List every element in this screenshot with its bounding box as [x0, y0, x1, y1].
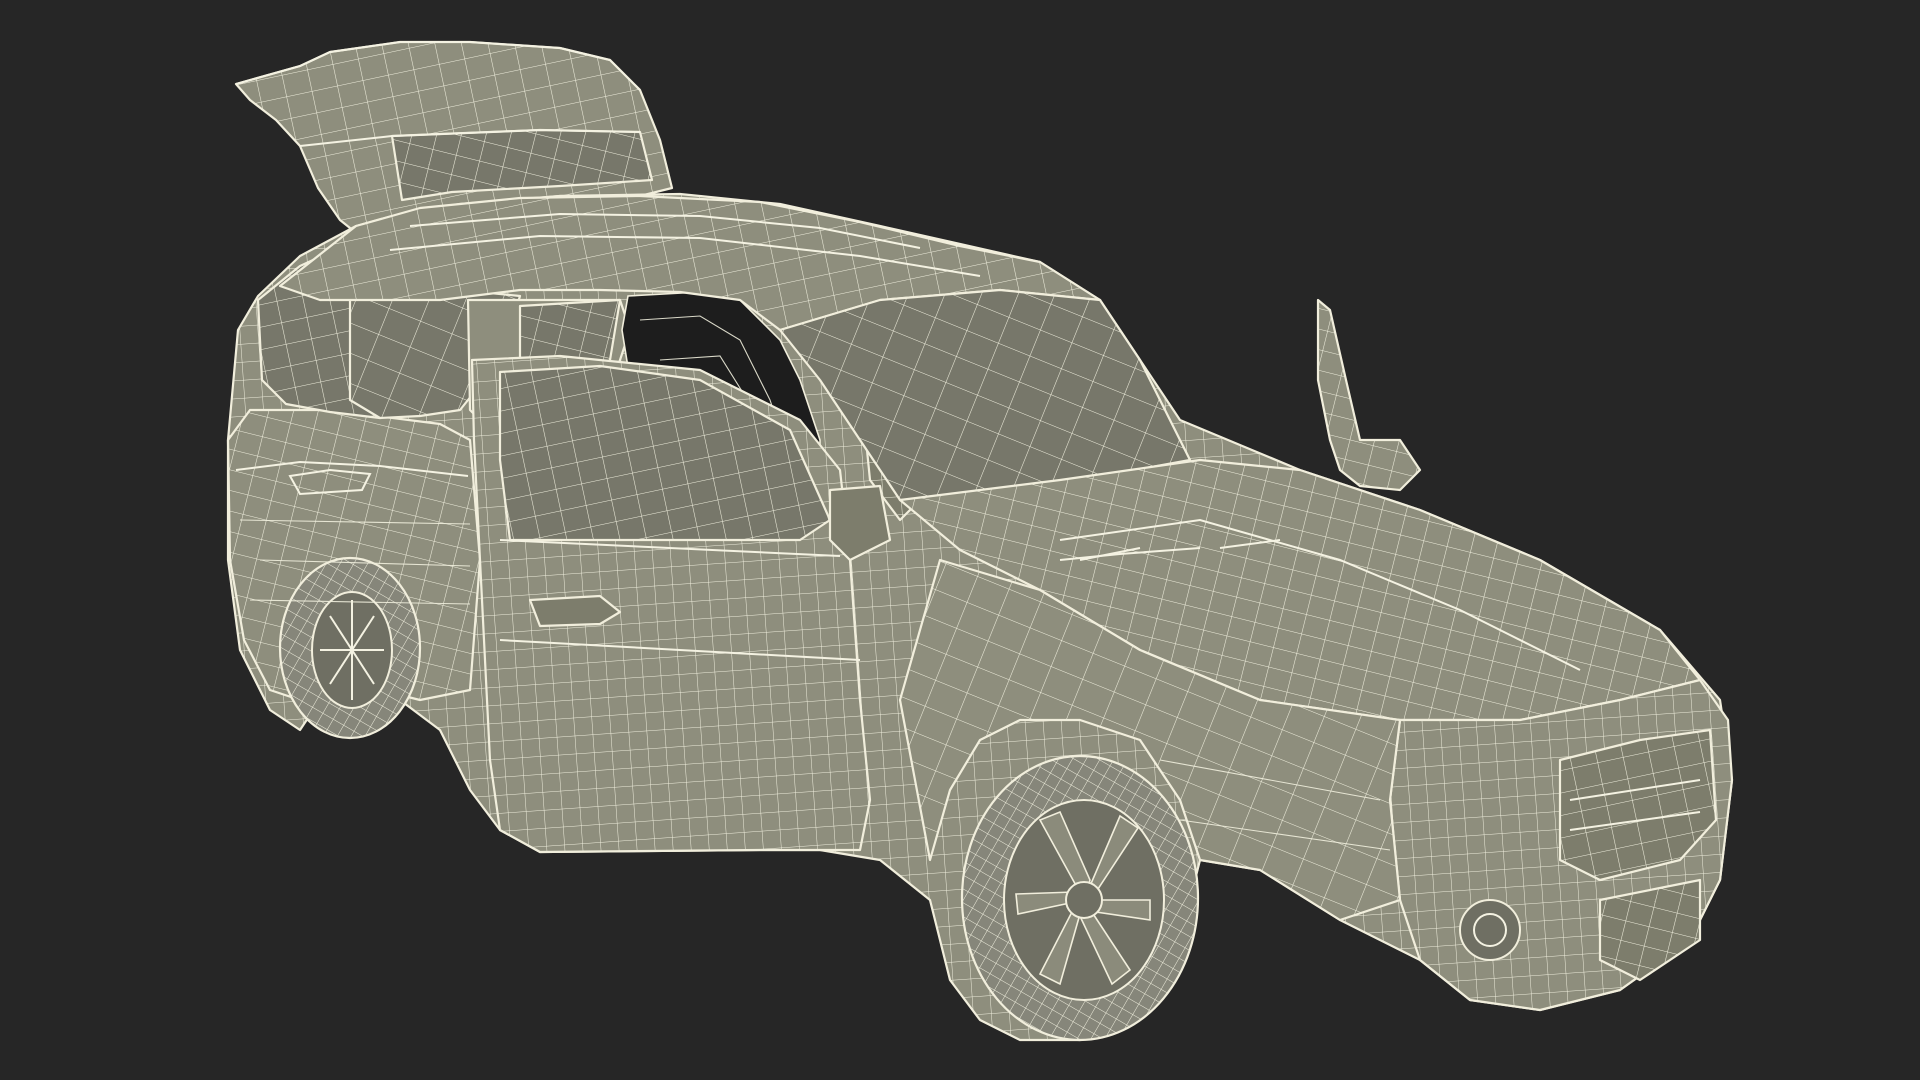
front-wheel — [960, 754, 1200, 1042]
side-mirror-right — [1316, 298, 1422, 492]
front-fascia — [1388, 678, 1734, 1012]
3d-viewport[interactable] — [0, 0, 1920, 1080]
fog-light — [1459, 899, 1521, 961]
hub-cap — [1065, 881, 1103, 919]
rear-wheel — [278, 556, 422, 740]
wireframe-car-scene — [226, 40, 1734, 1042]
